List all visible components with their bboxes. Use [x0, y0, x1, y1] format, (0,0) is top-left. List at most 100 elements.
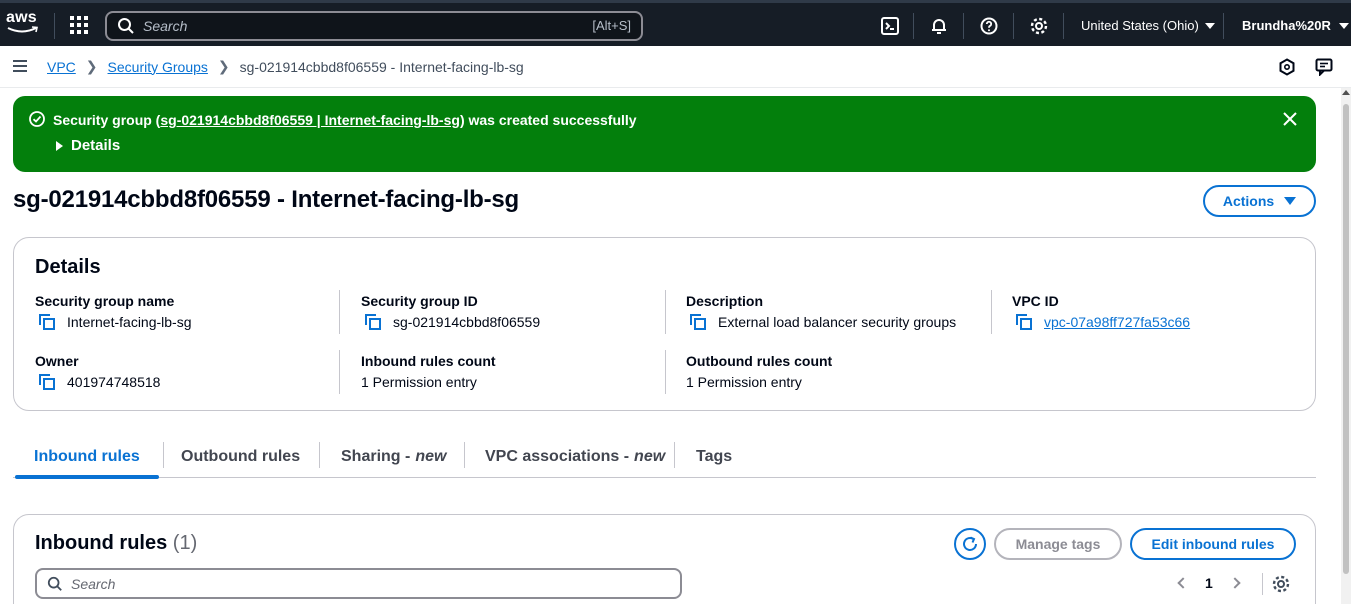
success-flash: Security group (sg-021914cbbd8f06559 | I… [13, 96, 1316, 172]
chevron-right-icon[interactable] [1229, 577, 1241, 589]
inbound-rules-count: (1) [172, 532, 198, 554]
menu-icon[interactable] [13, 60, 27, 72]
field-outbound-rules-count: Outbound rules count 1 Permission entry [686, 353, 986, 390]
field-inbound-rules-count: Inbound rules count 1 Permission entry [361, 353, 661, 390]
tab-label: Sharing - [341, 448, 411, 465]
breadcrumb-bar: VPC ❯ Security Groups ❯ sg-021914cbbd8f0… [0, 46, 1351, 88]
top-navigation: aws [Alt+S] United St [0, 0, 1351, 46]
details-heading: Details [35, 256, 101, 278]
scroll-up-icon[interactable] [1342, 90, 1350, 95]
field-value: 1 Permission entry [686, 374, 802, 390]
edit-inbound-rules-button[interactable]: Edit inbound rules [1130, 528, 1296, 560]
flash-prefix: Security group ( [53, 112, 161, 128]
global-search[interactable]: [Alt+S] [105, 11, 643, 41]
inbound-search-input[interactable] [71, 575, 631, 592]
field-vpc-id: VPC ID vpc-07a98ff727fa53c66 [1012, 293, 1312, 330]
field-value: 401974748518 [67, 374, 161, 390]
aws-logo-text: aws [6, 9, 37, 26]
details-container: Details Security group name Internet-fac… [13, 237, 1316, 411]
close-icon[interactable] [1282, 111, 1298, 127]
tab-sharing[interactable]: Sharing - new [341, 436, 446, 478]
nav-divider [1063, 13, 1064, 39]
account-menu[interactable]: Brundha%20R [1242, 18, 1349, 33]
pagination: 1 [1177, 575, 1241, 591]
column-divider [339, 350, 340, 394]
flash-suffix: ) was created successfully [459, 112, 637, 128]
nav-divider [1013, 13, 1014, 39]
breadcrumb-current: sg-021914cbbd8f06559 - Internet-facing-l… [239, 58, 524, 75]
tab-label: Tags [696, 448, 733, 465]
manage-tags-button[interactable]: Manage tags [994, 528, 1122, 560]
caret-right-icon [56, 140, 63, 151]
tab-outbound-rules[interactable]: Outbound rules [181, 436, 300, 478]
copy-icon[interactable] [365, 314, 381, 330]
scroll-thumb[interactable] [1343, 104, 1349, 574]
search-shortcut: [Alt+S] [592, 18, 631, 33]
tab-inbound-rules[interactable]: Inbound rules [15, 436, 159, 479]
inbound-rules-heading: Inbound rules (1) [35, 532, 197, 555]
inbound-rules-container: Inbound rules (1) Manage tags Edit inbou… [13, 514, 1316, 604]
flash-details-toggle[interactable]: Details [56, 137, 120, 154]
flash-security-group-link[interactable]: sg-021914cbbd8f06559 | Internet-facing-l… [160, 112, 460, 128]
global-search-input[interactable] [143, 18, 563, 34]
page-number[interactable]: 1 [1205, 575, 1213, 591]
inbound-rules-search[interactable] [35, 568, 682, 599]
page-title: sg-021914cbbd8f06559 - Internet-facing-l… [13, 186, 520, 213]
flash-details-label: Details [71, 137, 121, 154]
caret-down-icon [1204, 22, 1215, 29]
field-label: Outbound rules count [686, 353, 833, 369]
chevron-right-icon: ❯ [217, 58, 230, 74]
feedback-icon[interactable] [1315, 58, 1333, 76]
hexagon-info-icon[interactable] [1278, 58, 1296, 76]
column-divider [339, 290, 340, 334]
actions-label: Actions [1222, 193, 1275, 209]
field-security-group-name: Security group name Internet-facing-lb-s… [35, 293, 335, 330]
vpc-id-link[interactable]: vpc-07a98ff727fa53c66 [1044, 314, 1190, 330]
help-icon[interactable] [980, 17, 998, 35]
apps-grid-icon[interactable] [70, 16, 88, 34]
field-description: Description External load balancer secur… [686, 293, 986, 330]
caret-down-icon [1338, 22, 1349, 29]
table-settings-gear-icon[interactable] [1272, 575, 1290, 593]
field-value: Internet-facing-lb-sg [67, 314, 192, 330]
gear-icon[interactable] [1030, 17, 1048, 35]
copy-icon[interactable] [1016, 314, 1032, 330]
chevron-left-icon[interactable] [1177, 577, 1189, 589]
field-value: External load balancer security groups [718, 314, 957, 330]
nav-divider [54, 13, 55, 39]
inbound-heading-text: Inbound rules [35, 532, 168, 554]
page-scrollbar[interactable] [1341, 88, 1351, 604]
actions-button[interactable]: Actions [1203, 185, 1316, 217]
bell-icon[interactable] [930, 17, 948, 35]
refresh-button[interactable] [954, 528, 986, 560]
tab-divider [319, 442, 320, 468]
tab-label: Inbound rules [34, 448, 140, 465]
tab-new-badge: new [634, 448, 666, 465]
aws-logo[interactable]: aws [6, 9, 40, 39]
tab-vpc-associations[interactable]: VPC associations - new [485, 436, 665, 478]
chevron-right-icon: ❯ [85, 58, 98, 74]
region-label: United States (Ohio) [1081, 18, 1199, 33]
nav-divider [1223, 13, 1224, 39]
refresh-icon [963, 536, 977, 551]
tab-divider [464, 442, 465, 468]
region-selector[interactable]: United States (Ohio) [1081, 18, 1215, 33]
tab-tags[interactable]: Tags [696, 436, 732, 478]
copy-icon[interactable] [39, 374, 55, 390]
copy-icon[interactable] [39, 314, 55, 330]
tab-label: VPC associations - [485, 448, 630, 465]
field-value: 1 Permission entry [361, 374, 477, 390]
breadcrumb-security-groups[interactable]: Security Groups [108, 59, 208, 75]
field-label: Owner [35, 353, 79, 369]
field-owner: Owner 401974748518 [35, 353, 335, 390]
cloudshell-icon[interactable] [881, 17, 899, 35]
breadcrumb: VPC ❯ Security Groups ❯ sg-021914cbbd8f0… [47, 58, 524, 75]
search-icon [47, 576, 62, 591]
column-divider [991, 290, 992, 334]
tab-divider [163, 442, 164, 468]
breadcrumb-vpc[interactable]: VPC [47, 59, 76, 75]
search-icon [118, 18, 134, 34]
aws-smile-icon [7, 26, 38, 33]
tab-list: Inbound rules Outbound rules Sharing - ne… [13, 436, 1316, 479]
copy-icon[interactable] [690, 314, 706, 330]
